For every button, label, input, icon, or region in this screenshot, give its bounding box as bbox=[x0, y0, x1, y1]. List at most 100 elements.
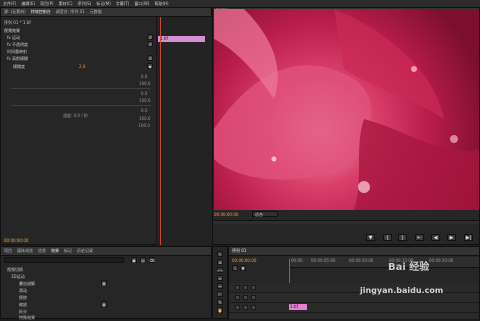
mark-out-button[interactable]: } bbox=[398, 234, 407, 241]
effect-accel-icon: ▦ bbox=[101, 301, 107, 307]
reset-icon[interactable]: ↺ bbox=[147, 34, 153, 40]
eye-icon[interactable] bbox=[235, 305, 240, 310]
hand-tool-icon[interactable]: ✋ bbox=[217, 307, 223, 313]
lock-icon[interactable] bbox=[243, 285, 248, 290]
fx-opacity[interactable]: fx 不透明度 bbox=[7, 42, 28, 48]
tab-history[interactable]: 历史记录 bbox=[77, 248, 93, 254]
menu-project[interactable]: 项目(P) bbox=[40, 1, 54, 7]
baidu-watermark-logo: Bai 经验 bbox=[388, 262, 430, 273]
marker-icon[interactable]: ▼ bbox=[240, 265, 246, 271]
step-back-button[interactable]: ◀ bbox=[431, 234, 440, 241]
pen-tool-icon[interactable]: ✎ bbox=[217, 299, 223, 305]
fx-clip-title: 序列 01 * 1.tif bbox=[4, 20, 31, 25]
fx-value-5: 0.0 bbox=[141, 108, 148, 113]
step-forward-button[interactable]: ▶| bbox=[464, 234, 473, 241]
mark-in-button[interactable]: { bbox=[383, 234, 392, 241]
fx-blur-amount-value[interactable]: 2.0 bbox=[79, 64, 85, 69]
top-left-tab-row: 源: (无素材) 特效控制台 调音台: 序列 01 元数据 bbox=[1, 8, 211, 17]
marker-button[interactable]: ▼ bbox=[366, 234, 375, 241]
tab-effect-controls[interactable]: 特效控制台 bbox=[31, 9, 51, 15]
eye-icon[interactable] bbox=[235, 285, 240, 290]
effect-item[interactable]: 滑动 bbox=[19, 288, 27, 294]
timeline-timecode[interactable]: 00:00:00:00 bbox=[232, 258, 256, 263]
fx-clip-bar[interactable]: 1.tif bbox=[158, 36, 205, 42]
sync-icon[interactable] bbox=[251, 305, 256, 310]
effect-item[interactable]: 擦除 bbox=[19, 295, 27, 301]
fx-timecode[interactable]: 00:00:00:00 bbox=[4, 238, 28, 243]
tools-panel: ↖ ⇉ ⟷ ⇔ ✂ ⊢ ✎ ✋ bbox=[212, 246, 228, 319]
zoom-select[interactable]: 适合 bbox=[252, 211, 278, 217]
eye-icon[interactable] bbox=[235, 295, 240, 300]
program-time-ruler[interactable] bbox=[214, 220, 479, 224]
fx-value-2: 100.0 bbox=[139, 81, 151, 86]
fx-mini-timeline[interactable] bbox=[156, 17, 212, 245]
razor-tool-icon[interactable]: ✂ bbox=[217, 283, 223, 289]
ripple-edit-tool-icon[interactable]: ⟷ bbox=[217, 267, 223, 273]
fx-value-3: 0.0 bbox=[141, 91, 148, 96]
sync-icon[interactable] bbox=[251, 285, 256, 290]
effects-panel: 项目 媒体浏览 信息 效果 标记 历史记录 ▣ ▤ ⌫ 视频切换 3D运动 叠加… bbox=[0, 246, 212, 321]
menu-title[interactable]: 字幕(T) bbox=[116, 1, 130, 7]
lock-icon[interactable] bbox=[243, 295, 248, 300]
reset-icon[interactable]: ↺ bbox=[147, 55, 153, 61]
tab-effects[interactable]: 效果 bbox=[51, 248, 59, 254]
program-video-frame[interactable] bbox=[214, 9, 479, 210]
rate-stretch-tool-icon[interactable]: ⇔ bbox=[217, 275, 223, 281]
snap-icon[interactable]: ⊃ bbox=[232, 265, 238, 271]
reset-icon[interactable]: ↺ bbox=[147, 41, 153, 47]
divider bbox=[11, 88, 151, 89]
ruler-label: 00:00:05:00 bbox=[311, 258, 336, 263]
fx-blur-amount-label: 模糊度 bbox=[13, 64, 25, 69]
menu-edit[interactable]: 编辑(E) bbox=[21, 1, 35, 7]
timeline-title[interactable]: 序列 01 bbox=[232, 248, 246, 254]
watermark-url: jingyan.baidu.com bbox=[360, 286, 444, 295]
timeline-clip[interactable]: 1.tif bbox=[289, 304, 307, 310]
effect-controls-panel: 源: (无素材) 特效控制台 调音台: 序列 01 元数据 1.tif 序列 0… bbox=[0, 7, 212, 245]
fx-value-4: 100.0 bbox=[139, 98, 151, 103]
menu-marker[interactable]: 标记(M) bbox=[96, 1, 111, 7]
trash-icon[interactable]: ⌫ bbox=[149, 257, 155, 263]
timeline-tab-row: 序列 01 bbox=[229, 247, 479, 256]
track-select-tool-icon[interactable]: ⇉ bbox=[217, 259, 223, 265]
tab-metadata[interactable]: 元数据 bbox=[90, 9, 102, 15]
slip-tool-icon[interactable]: ⊢ bbox=[217, 291, 223, 297]
effect-folder[interactable]: 3D运动 bbox=[11, 274, 25, 280]
effect-item[interactable]: 特殊效果 bbox=[19, 315, 35, 321]
fx-playhead[interactable] bbox=[160, 17, 161, 245]
menu-window[interactable]: 窗口(W) bbox=[134, 1, 149, 7]
folder-icon[interactable]: ▤ bbox=[140, 257, 146, 263]
selection-tool-icon[interactable]: ↖ bbox=[217, 251, 223, 257]
effect-item[interactable]: 缩放 bbox=[19, 302, 27, 308]
menu-help[interactable]: 帮助(H) bbox=[154, 1, 168, 7]
program-timecode[interactable]: 00:00:00:00 bbox=[214, 212, 238, 217]
menu-clip[interactable]: 素材(C) bbox=[59, 1, 73, 7]
fx-motion[interactable]: fx 运动 bbox=[7, 35, 20, 41]
tab-info[interactable]: 信息 bbox=[38, 248, 46, 254]
fx-time-remap[interactable]: 时间重映射 bbox=[7, 49, 27, 55]
effect-accel-icon: ▦ bbox=[101, 280, 107, 286]
new-bin-icon[interactable]: ▣ bbox=[131, 257, 137, 263]
menu-sequence[interactable]: 序列(S) bbox=[78, 1, 92, 7]
keyframe-icon[interactable]: ◆ bbox=[147, 63, 153, 69]
project-tab-row: 项目 媒体浏览 信息 效果 标记 历史记录 bbox=[1, 247, 211, 256]
tab-audio-mixer[interactable]: 调音台: 序列 01 bbox=[56, 9, 85, 15]
menu-bar: 文件(F) 编辑(E) 项目(P) 素材(C) 序列(S) 标记(M) 字幕(T… bbox=[0, 0, 480, 7]
sync-icon[interactable] bbox=[251, 295, 256, 300]
video-track-1[interactable]: 1.tif bbox=[229, 303, 479, 313]
play-button[interactable]: ▶ bbox=[447, 234, 456, 241]
tab-project[interactable]: 项目 bbox=[4, 248, 12, 254]
divider bbox=[11, 105, 151, 106]
effects-search-input[interactable] bbox=[4, 257, 124, 263]
lock-icon[interactable] bbox=[243, 305, 248, 310]
tab-markers[interactable]: 标记 bbox=[64, 248, 72, 254]
ruler-label: 00:00:10:00 bbox=[349, 258, 374, 263]
effect-folder[interactable]: 视频切换 bbox=[7, 267, 23, 273]
go-to-in-button[interactable]: ⇤ bbox=[415, 234, 424, 241]
rose-petals bbox=[214, 9, 479, 210]
effect-item[interactable]: 叠加溶解 bbox=[19, 281, 35, 287]
tab-media-browser[interactable]: 媒体浏览 bbox=[17, 248, 33, 254]
tab-source[interactable]: 源: (无素材) bbox=[4, 9, 26, 15]
fx-value-1: 0.0 bbox=[141, 74, 148, 79]
fx-gaussian-blur[interactable]: fx 高斯模糊 bbox=[7, 56, 28, 62]
menu-file[interactable]: 文件(F) bbox=[3, 1, 16, 7]
